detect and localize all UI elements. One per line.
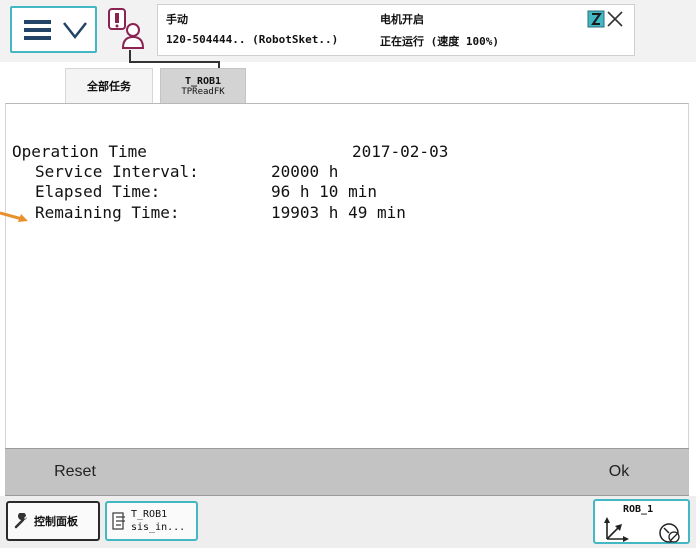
status-window-icon xyxy=(587,10,605,28)
run-state: 正在运行 (速度 100%) xyxy=(380,35,499,48)
orange-arrow-icon xyxy=(0,211,28,222)
mechanical-unit-label: ROB_1 xyxy=(623,504,654,515)
service-interval-label: Service Interval: xyxy=(35,162,199,181)
program-editor-button[interactable]: T_ROB1 sis_in... xyxy=(105,501,198,541)
system-name: 120-504444.. (RobotSket..) xyxy=(166,33,339,46)
status-bar: 手动 120-504444.. (RobotSket..) 电机开启 正在运行 … xyxy=(0,0,696,72)
remaining-time-value: 19903 h 49 min xyxy=(271,203,406,222)
message-area: Operation Time 2017-02-03 Service Interv… xyxy=(5,103,689,448)
service-interval-value: 20000 h xyxy=(271,162,339,181)
status-icons xyxy=(587,10,623,28)
wrench-icon xyxy=(14,513,27,529)
coordinate-axes-icon xyxy=(604,517,629,542)
ok-button[interactable]: Ok xyxy=(549,449,689,495)
tab-all-tasks-label: 全部任务 xyxy=(87,80,131,93)
main-menu-button[interactable] xyxy=(10,6,97,53)
hamburger-menu-icon xyxy=(24,20,51,40)
tab-active-task-name: T_ROB1 xyxy=(184,75,222,87)
command-bar: Reset Ok xyxy=(5,448,689,496)
operator-window-icon[interactable] xyxy=(104,6,150,52)
remaining-time-label: Remaining Time: xyxy=(35,203,180,222)
close-icon[interactable] xyxy=(607,11,623,27)
reset-button[interactable]: Reset xyxy=(5,449,145,495)
tab-active-task-module: TPReadFK xyxy=(181,86,225,97)
operation-time-value: 2017-02-03 xyxy=(352,142,449,161)
chevron-down-icon xyxy=(63,22,87,40)
status-window[interactable]: 手动 120-504444.. (RobotSket..) 电机开启 正在运行 … xyxy=(157,4,635,56)
quickset-jog-button[interactable]: ROB_1 xyxy=(593,499,690,544)
program-icon xyxy=(112,512,125,530)
control-panel-label: 控制面板 xyxy=(34,515,78,528)
program-module-name: sis_in... xyxy=(131,522,186,533)
motor-state: 电机开启 xyxy=(380,13,424,26)
program-task-name: T_ROB1 xyxy=(131,509,168,520)
elapsed-time-value: 96 h 10 min xyxy=(271,182,377,201)
elapsed-time-label: Elapsed Time: xyxy=(35,182,161,201)
control-panel-button[interactable]: 控制面板 xyxy=(6,501,100,541)
speed-icon xyxy=(659,523,680,543)
tab-active-task[interactable]: T_ROB1 TPReadFK xyxy=(160,68,246,103)
operation-time-label: Operation Time xyxy=(12,142,147,161)
ok-button-label: Ok xyxy=(608,463,630,480)
reset-button-label: Reset xyxy=(54,463,96,480)
operating-mode: 手动 xyxy=(166,13,188,26)
tab-all-tasks[interactable]: 全部任务 xyxy=(65,68,153,103)
taskbar: 控制面板 T_ROB1 sis_in... ROB_1 xyxy=(0,496,696,548)
